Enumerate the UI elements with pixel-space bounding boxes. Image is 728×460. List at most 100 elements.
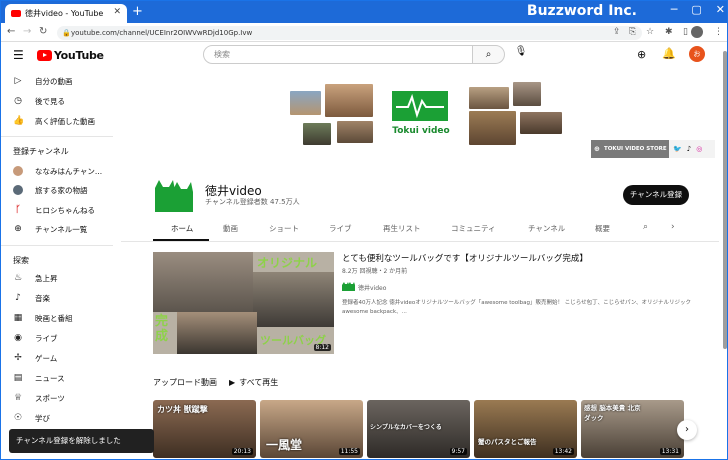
sidebar-all-channels[interactable]: ⊕ チャンネル一覧 <box>13 222 87 236</box>
search-button[interactable]: ⌕ <box>473 45 505 64</box>
video-thumbnail[interactable]: 蟹のパスタとご報告 13:42 <box>474 400 577 458</box>
featured-video-description: 登録者40万人記念 徳井videoオリジナルツールバッグ「awesome too… <box>342 300 691 315</box>
unsubscribe-toast: チャンネル登録を解除しました <box>9 429 154 453</box>
maximize-icon[interactable]: ▢ <box>691 3 701 16</box>
thumb-text: 一風堂 <box>266 438 303 452</box>
browser-window: 徳井video - YouTube ✕ + Buzzword Inc. ─ ▢ … <box>0 0 728 460</box>
tab-close-icon[interactable]: ✕ <box>113 7 121 17</box>
instagram-icon[interactable]: ◎ <box>696 140 702 158</box>
tab-live[interactable]: ライブ <box>329 223 352 234</box>
sidepanel-icon[interactable]: ▯ <box>683 27 688 37</box>
close-window-icon[interactable]: ✕ <box>716 3 725 16</box>
globe-icon: ⊕ <box>594 145 600 153</box>
logo-text: YouTube <box>54 49 104 62</box>
create-video-icon[interactable]: ⊕ <box>637 48 646 61</box>
bookmark-star-icon[interactable]: ☆ <box>646 27 654 37</box>
sidebar-item-sports[interactable]: ♕ スポーツ <box>13 391 65 405</box>
plus-circle-icon: ⊕ <box>14 224 22 234</box>
subscribe-button[interactable]: チャンネル登録 <box>623 185 689 205</box>
featured-video-thumbnail[interactable]: オリジナル 完成 ツールバッグ 8:12 <box>153 252 334 354</box>
heartbeat-icon <box>396 93 444 119</box>
sidebar-item-my-videos[interactable]: ▷ 自分の動画 <box>13 74 73 88</box>
extensions-icon[interactable]: ✱ <box>665 27 673 37</box>
bulb-icon: ☉ <box>13 413 23 423</box>
store-label: TOKUI VIDEO STORE <box>604 146 667 152</box>
notifications-bell-icon[interactable]: 🔔 <box>662 47 676 60</box>
thumb-text: カツ丼 獣蹴撃 <box>157 405 208 414</box>
sidebar-sub-hiroshi[interactable]: ᚴ ヒロシちゃんねる <box>13 203 95 217</box>
sidebar-sub-nanami[interactable]: ななみはんチャン... <box>13 164 102 178</box>
store-link[interactable]: ⊕ TOKUI VIDEO STORE <box>591 140 669 158</box>
video-thumbnail[interactable]: カツ丼 獣蹴撃 20:13 <box>153 400 256 458</box>
thumb-text: 感想 脳本美貴 北京ダック <box>584 404 641 422</box>
sidebar-item-label: スポーツ <box>35 393 65 403</box>
youtube-logo[interactable]: YouTube <box>37 49 104 62</box>
video-duration: 13:42 <box>552 448 574 455</box>
browser-menu-icon[interactable]: ⋮ <box>714 27 723 37</box>
featured-video-title[interactable]: とても便利なツールバッグです【オリジナルツールバッグ完成】 <box>342 252 588 264</box>
tab-channels[interactable]: チャンネル <box>528 223 565 234</box>
video-thumbnail[interactable]: 感想 脳本美貴 北京ダック 13:31 <box>581 400 684 458</box>
sidebar-item-learning[interactable]: ☉ 学び <box>13 411 50 425</box>
browser-tab[interactable]: 徳井video - YouTube ✕ <box>5 4 127 23</box>
sidebar-item-label: ななみはんチャン... <box>35 166 103 176</box>
music-icon: ♪ <box>15 293 21 303</box>
banner-photo <box>325 84 373 117</box>
thumb-photo <box>253 272 334 327</box>
thumb-text: シンプルなカバーをつくる <box>370 424 442 431</box>
new-tab-button[interactable]: + <box>132 4 143 19</box>
microphone-icon[interactable]: 🎙 <box>513 46 529 62</box>
install-icon[interactable]: ⎘ <box>629 27 636 37</box>
sidebar-item-gaming[interactable]: ✢ ゲーム <box>13 351 57 365</box>
video-thumbnail[interactable]: 一風堂 11:55 <box>260 400 363 458</box>
tab-about[interactable]: 概要 <box>595 223 610 234</box>
sidebar-item-watch-later[interactable]: ◷ 後で見る <box>13 94 65 108</box>
search-input[interactable]: 検索 <box>203 45 473 64</box>
tab-search-icon[interactable]: ⌕ <box>643 222 648 232</box>
sidebar-item-movies[interactable]: ▦ 映画と番組 <box>13 311 73 325</box>
minimize-icon[interactable]: ─ <box>671 3 678 16</box>
twitter-icon[interactable]: 🐦 <box>673 140 682 158</box>
sidebar-sub-travel-house[interactable]: 旅する家の物語 <box>13 183 88 197</box>
channel-logo[interactable] <box>153 178 195 212</box>
sidebar-item-live[interactable]: ◉ ライブ <box>13 331 57 345</box>
tabs-next-chevron-icon[interactable]: › <box>671 222 675 232</box>
sidebar-item-music[interactable]: ♪ 音楽 <box>13 291 50 305</box>
account-avatar[interactable]: お <box>689 46 705 62</box>
channel-mini-logo-icon <box>342 282 355 291</box>
back-icon[interactable]: ← <box>7 26 15 37</box>
play-all-button[interactable]: ▶ すべて再生 <box>229 377 278 388</box>
tab-community[interactable]: コミュニティ <box>451 223 496 234</box>
youtube-play-logo-icon <box>37 50 52 61</box>
channel-avatar <box>13 185 23 195</box>
tab-shorts[interactable]: ショート <box>269 223 299 234</box>
video-thumbnail[interactable]: シンプルなカバーをつくる 9:57 <box>367 400 470 458</box>
featured-channel-name[interactable]: 徳井video <box>358 283 386 292</box>
sidebar-item-trending[interactable]: ♨ 急上昇 <box>13 271 58 285</box>
sidebar-item-label: 映画と番組 <box>35 313 73 323</box>
channel-tabs: ホーム 動画 ショート ライブ 再生リスト コミュニティ チャンネル 概要 ⌕ … <box>153 219 689 241</box>
subscriptions-heading: 登録チャンネル <box>13 147 69 156</box>
tab-videos[interactable]: 動画 <box>223 223 238 234</box>
sidebar-item-liked[interactable]: 👍 高く評価した動画 <box>13 114 95 128</box>
tab-playlists[interactable]: 再生リスト <box>383 223 421 234</box>
carousel-next-button[interactable]: › <box>677 420 697 440</box>
youtube-favicon-icon <box>11 10 21 17</box>
share-icon[interactable]: ⇪ <box>613 27 621 37</box>
video-duration: 13:31 <box>659 448 681 455</box>
sidebar-item-news[interactable]: ▤ ニュース <box>13 371 65 385</box>
url-field[interactable]: 🔒 youtube.com/channel/UCEInr2OIWVwRDjd10… <box>57 26 642 40</box>
divider <box>1 136 113 137</box>
banner-photo <box>469 111 516 145</box>
play-icon: ▶ <box>229 378 236 387</box>
hamburger-menu-icon[interactable]: ☰ <box>13 48 24 62</box>
chevron-right-icon: › <box>685 424 689 435</box>
sidebar-item-label: ニュース <box>35 373 65 383</box>
forward-icon[interactable]: → <box>23 26 31 37</box>
reload-icon[interactable]: ↻ <box>39 26 47 37</box>
tiktok-icon[interactable]: ♪ <box>687 140 691 158</box>
tab-home[interactable]: ホーム <box>171 223 193 234</box>
browser-profile-icon[interactable] <box>691 26 703 38</box>
scrollbar-thumb[interactable] <box>723 51 727 349</box>
thumb-photo <box>177 312 257 354</box>
